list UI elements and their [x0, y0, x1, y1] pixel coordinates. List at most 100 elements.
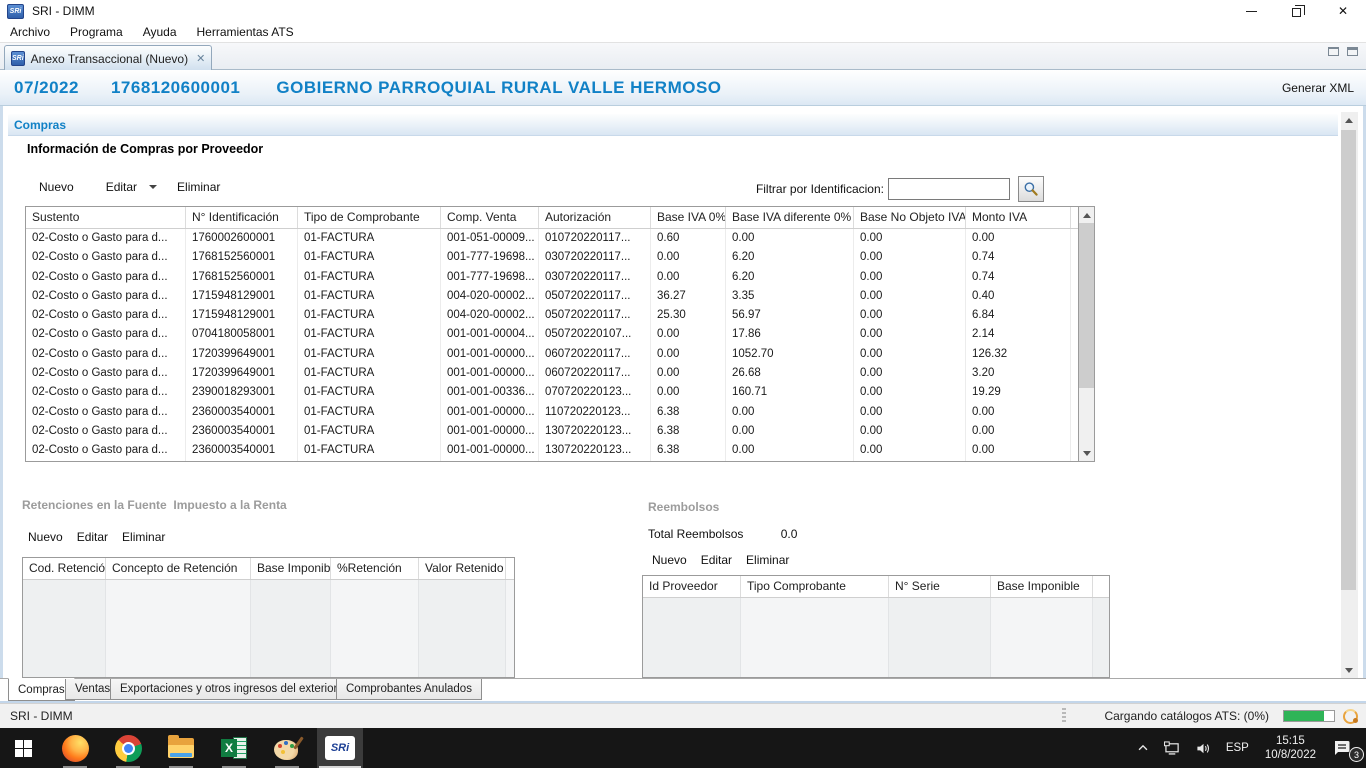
scroll-up-icon[interactable]	[1079, 207, 1094, 223]
content-scroll-thumb[interactable]	[1341, 130, 1356, 590]
menu-archivo[interactable]: Archivo	[0, 25, 60, 39]
notification-center-button[interactable]: 3	[1325, 728, 1366, 768]
table-cell: 01-FACTURA	[298, 422, 441, 441]
taskbar-paint[interactable]	[264, 728, 310, 768]
column-header[interactable]: Base Imponible	[991, 576, 1093, 597]
maximize-view-icon[interactable]	[1347, 47, 1358, 56]
table-row[interactable]: 02-Costo o Gasto para d...07041800580010…	[26, 325, 1078, 344]
menu-programa[interactable]: Programa	[60, 25, 133, 39]
table-row[interactable]: 02-Costo o Gasto para d...17203996490010…	[26, 345, 1078, 364]
content-scrollbar[interactable]	[1341, 112, 1358, 678]
table-cell: 030720220117...	[539, 248, 651, 267]
clock[interactable]: 15:15 10/8/2022	[1256, 734, 1325, 763]
minimize-button[interactable]	[1228, 0, 1274, 22]
column-header-filler	[506, 558, 514, 579]
content-scroll-down-icon[interactable]	[1341, 662, 1356, 678]
table-cell: 0.00	[854, 306, 966, 325]
editar-button[interactable]: Editar	[100, 178, 143, 196]
table-row[interactable]: 02-Costo o Gasto para d...17159481290010…	[26, 306, 1078, 325]
table-cell: 01-FACTURA	[298, 441, 441, 460]
taskbar-file-explorer[interactable]	[158, 728, 204, 768]
reembolsos-editar-button[interactable]: Editar	[701, 553, 732, 567]
editor-tabstrip: SRi Anexo Transaccional (Nuevo) ✕	[0, 42, 1366, 70]
network-icon[interactable]	[1157, 728, 1188, 768]
table-cell: 0.00	[726, 422, 854, 441]
tab-close-icon[interactable]: ✕	[196, 52, 205, 65]
search-button[interactable]	[1018, 176, 1044, 202]
taskbar-excel[interactable]: X	[211, 728, 257, 768]
restore-button[interactable]	[1274, 0, 1320, 22]
content-scroll-up-icon[interactable]	[1341, 112, 1356, 128]
filter-input[interactable]	[888, 178, 1010, 200]
table-cell: 02-Costo o Gasto para d...	[26, 325, 186, 344]
window-titlebar: SRi SRI - DIMM ✕	[0, 0, 1366, 22]
tab-anexo-transaccional[interactable]: SRi Anexo Transaccional (Nuevo) ✕	[4, 45, 212, 71]
menu-ayuda[interactable]: Ayuda	[133, 25, 187, 39]
document-header: 07/2022 1768120600001 GOBIERNO PARROQUIA…	[0, 70, 1366, 106]
column-header[interactable]: Monto IVA	[966, 207, 1071, 228]
start-button[interactable]	[0, 728, 46, 768]
column-header[interactable]: Tipo de Comprobante	[298, 207, 441, 228]
column-header[interactable]: Autorización	[539, 207, 651, 228]
column-header[interactable]: Base IVA diferente 0%	[726, 207, 854, 228]
taskbar-firefox[interactable]	[52, 728, 98, 768]
column-header[interactable]: Cod. Retención	[23, 558, 106, 579]
column-header[interactable]: %Retención	[331, 558, 419, 579]
reembolsos-eliminar-button[interactable]: Eliminar	[746, 553, 789, 567]
menu-herramientas-ats[interactable]: Herramientas ATS	[187, 25, 304, 39]
table-row[interactable]: 02-Costo o Gasto para d...23600035400010…	[26, 403, 1078, 422]
retenciones-editar-button[interactable]: Editar	[77, 530, 108, 544]
column-header[interactable]: N° Serie	[889, 576, 991, 597]
table-cell: 02-Costo o Gasto para d...	[26, 441, 186, 460]
table-row[interactable]: 02-Costo o Gasto para d...17681525600010…	[26, 248, 1078, 267]
column-header[interactable]: Concepto de Retención	[106, 558, 251, 579]
table-row[interactable]: 02-Costo o Gasto para d...17203996490010…	[26, 364, 1078, 383]
reembolsos-nuevo-button[interactable]: Nuevo	[652, 553, 687, 567]
tray-chevron-up-icon[interactable]	[1129, 728, 1157, 768]
close-button[interactable]: ✕	[1320, 0, 1366, 22]
table-cell: 0.74	[966, 268, 1071, 287]
table-cell: 001-001-00000...	[441, 441, 539, 460]
file-explorer-icon	[168, 738, 194, 758]
editar-dropdown-icon[interactable]	[149, 185, 157, 189]
column-header[interactable]: Base IVA 0%	[651, 207, 726, 228]
column-header[interactable]: Base Imponible	[251, 558, 331, 579]
column-header[interactable]: Sustento	[26, 207, 186, 228]
volume-icon[interactable]	[1188, 728, 1219, 768]
table-cell: 1052.70	[726, 345, 854, 364]
table-row[interactable]: 02-Costo o Gasto para d...23600035400010…	[26, 422, 1078, 441]
table-row[interactable]: 02-Costo o Gasto para d...17159481290010…	[26, 287, 1078, 306]
taskbar-chrome[interactable]	[105, 728, 151, 768]
table-cell: 130720220123...	[539, 422, 651, 441]
compras-table-scrollbar[interactable]	[1078, 206, 1095, 462]
table-row[interactable]: 02-Costo o Gasto para d...23600035400010…	[26, 441, 1078, 460]
table-row[interactable]: 02-Costo o Gasto para d...17681525600010…	[26, 268, 1078, 287]
column-header[interactable]: N° Identificación	[186, 207, 298, 228]
scroll-down-icon[interactable]	[1079, 445, 1094, 461]
scroll-thumb[interactable]	[1079, 223, 1094, 388]
bottom-tab-exportaciones[interactable]: Exportaciones y otros ingresos del exter…	[110, 679, 347, 700]
eliminar-button[interactable]: Eliminar	[171, 178, 226, 196]
retenciones-nuevo-button[interactable]: Nuevo	[28, 530, 63, 544]
column-header[interactable]: Valor Retenido	[419, 558, 506, 579]
column-header[interactable]: Base No Objeto IVA	[854, 207, 966, 228]
total-reembolsos-row: Total Reembolsos 0.0	[648, 527, 797, 541]
filter-label: Filtrar por Identificacion:	[640, 182, 884, 196]
table-row[interactable]: 02-Costo o Gasto para d...17600026000010…	[26, 229, 1078, 248]
table-cell: 070720220123...	[539, 383, 651, 402]
generar-xml-button[interactable]: Generar XML	[1282, 81, 1354, 95]
retenciones-eliminar-button[interactable]: Eliminar	[122, 530, 165, 544]
column-header[interactable]: Comp. Venta	[441, 207, 539, 228]
compras-section-label: Compras	[14, 118, 66, 132]
nuevo-button[interactable]: Nuevo	[33, 178, 80, 196]
table-cell: 0.00	[854, 403, 966, 422]
bottom-tab-comprobantes-anulados[interactable]: Comprobantes Anulados	[336, 679, 482, 700]
taskbar-sri-dimm[interactable]: SRi	[317, 728, 363, 768]
column-header[interactable]: Tipo Comprobante	[741, 576, 889, 597]
column-header[interactable]: Id Proveedor	[643, 576, 741, 597]
language-indicator[interactable]: ESP	[1219, 728, 1256, 768]
table-cell: 2.14	[966, 325, 1071, 344]
table-row[interactable]: 02-Costo o Gasto para d...23900182930010…	[26, 383, 1078, 402]
loading-spinner-icon	[1343, 709, 1358, 724]
minimize-view-icon[interactable]	[1328, 47, 1339, 56]
